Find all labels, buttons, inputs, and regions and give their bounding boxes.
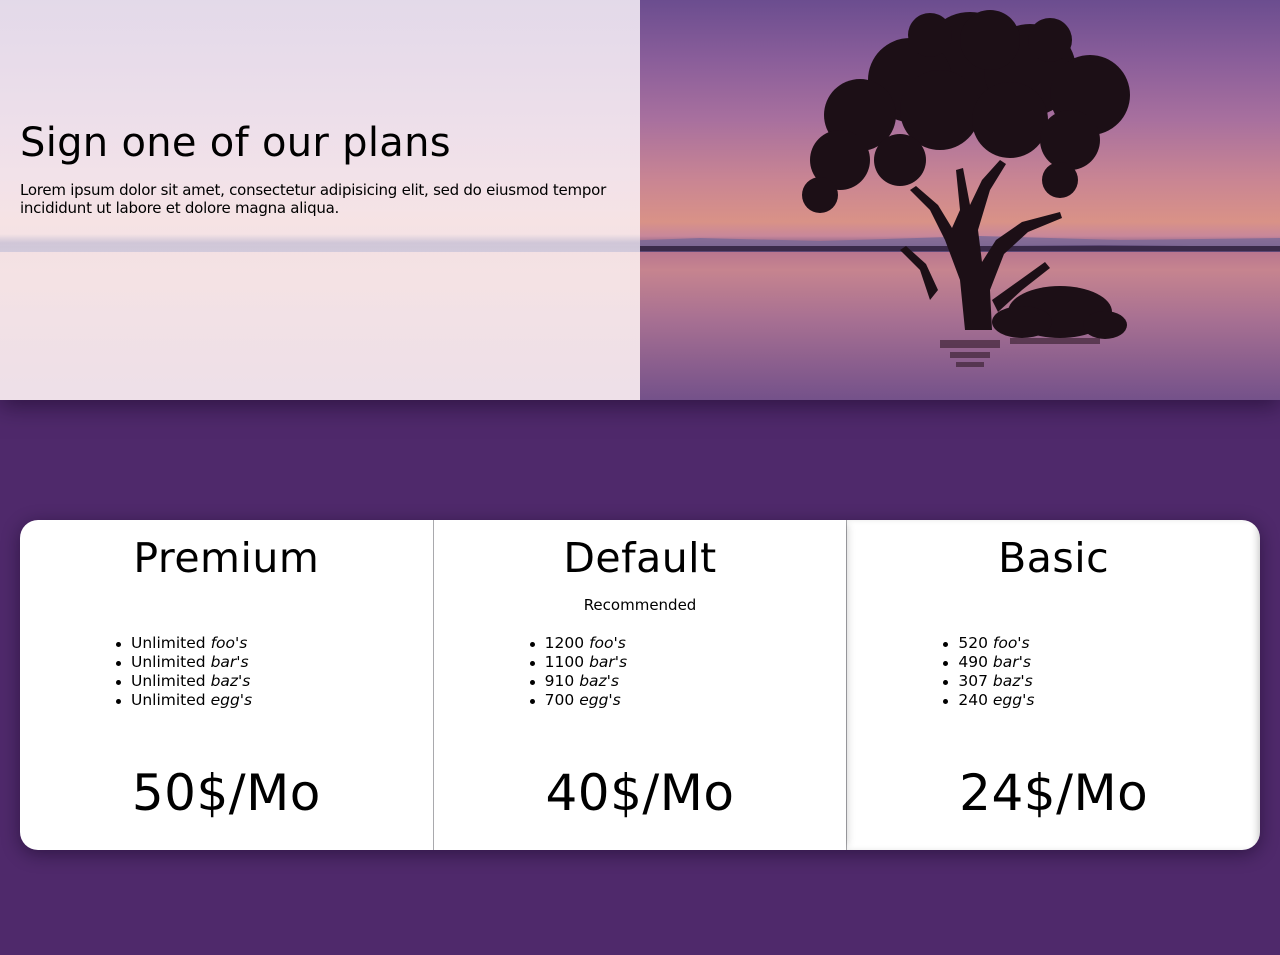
- feature-quantity: 520: [958, 634, 988, 652]
- feature-item: Unlimited egg's: [116, 691, 252, 710]
- page-title: Sign one of our plans: [20, 120, 451, 166]
- feature-quantity: Unlimited: [131, 653, 206, 671]
- feature-item-name: foo's: [589, 634, 626, 652]
- hero-text: Sign one of our plans Lorem ipsum dolor …: [20, 117, 630, 217]
- feature-item-name: foo's: [992, 634, 1030, 652]
- feature-item: Unlimited foo's: [116, 634, 252, 653]
- feature-item: 1200 foo's: [529, 634, 627, 653]
- plan-features: Unlimited foo's Unlimited bar's Unlimite…: [116, 634, 252, 710]
- feature-item-name: bar's: [589, 653, 628, 671]
- feature-item: 240 egg's: [943, 691, 1034, 710]
- feature-item: Unlimited baz's: [116, 672, 252, 691]
- plan-name: Default: [563, 534, 717, 582]
- feature-item-name: bar's: [210, 653, 249, 671]
- recommended-badge: Recommended: [583, 596, 697, 614]
- feature-item: 520 foo's: [943, 634, 1034, 653]
- feature-item: 700 egg's: [529, 691, 627, 710]
- feature-item: 910 baz's: [529, 672, 627, 691]
- feature-quantity: Unlimited: [131, 634, 206, 652]
- feature-quantity: Unlimited: [131, 672, 206, 690]
- plan-card-default[interactable]: Default Recommended 1200 foo's 1100 bar'…: [432, 520, 847, 850]
- feature-item: 1100 bar's: [529, 653, 628, 672]
- feature-item-name: egg's: [210, 691, 253, 709]
- plan-name: Basic: [998, 534, 1110, 582]
- overlay-horizon-band: [0, 234, 640, 252]
- feature-quantity: Unlimited: [131, 691, 206, 709]
- hero-section: Sign one of our plans Lorem ipsum dolor …: [0, 0, 1280, 400]
- feature-item-name: bar's: [992, 653, 1031, 671]
- hero-description: Lorem ipsum dolor sit amet, consectetur …: [20, 181, 606, 217]
- feature-quantity: 1200: [544, 634, 585, 652]
- plan-features: 1200 foo's 1100 bar's 910 baz's 700 egg'…: [529, 634, 628, 710]
- feature-quantity: 910: [544, 672, 575, 690]
- feature-item: Unlimited bar's: [116, 653, 252, 672]
- feature-item-name: egg's: [992, 691, 1035, 709]
- feature-quantity: 307: [958, 672, 988, 690]
- plan-card-premium[interactable]: Premium Unlimited foo's Unlimited bar's …: [20, 520, 433, 850]
- plan-features: 520 foo's 490 bar's 307 baz's 240 egg's: [943, 634, 1034, 710]
- feature-item-name: baz's: [210, 672, 251, 690]
- plan-name: Premium: [133, 534, 320, 582]
- plan-card-basic[interactable]: Basic 520 foo's 490 bar's 307 baz's 240 …: [846, 520, 1260, 850]
- plan-price: 24$/Mo: [959, 764, 1149, 822]
- feature-item: 490 bar's: [943, 653, 1034, 672]
- feature-item-name: baz's: [992, 672, 1033, 690]
- tree-silhouette: [802, 10, 1130, 367]
- feature-item: 307 baz's: [943, 672, 1034, 691]
- feature-quantity: 700: [544, 691, 575, 709]
- plan-price: 40$/Mo: [545, 764, 735, 822]
- pricing-plans: Premium Unlimited foo's Unlimited bar's …: [20, 520, 1260, 850]
- feature-quantity: 240: [958, 691, 988, 709]
- feature-item-name: foo's: [210, 634, 248, 652]
- plan-price: 50$/Mo: [131, 764, 321, 822]
- feature-item-name: baz's: [579, 672, 620, 690]
- feature-item-name: egg's: [579, 691, 621, 709]
- feature-quantity: 490: [958, 653, 988, 671]
- feature-quantity: 1100: [544, 653, 585, 671]
